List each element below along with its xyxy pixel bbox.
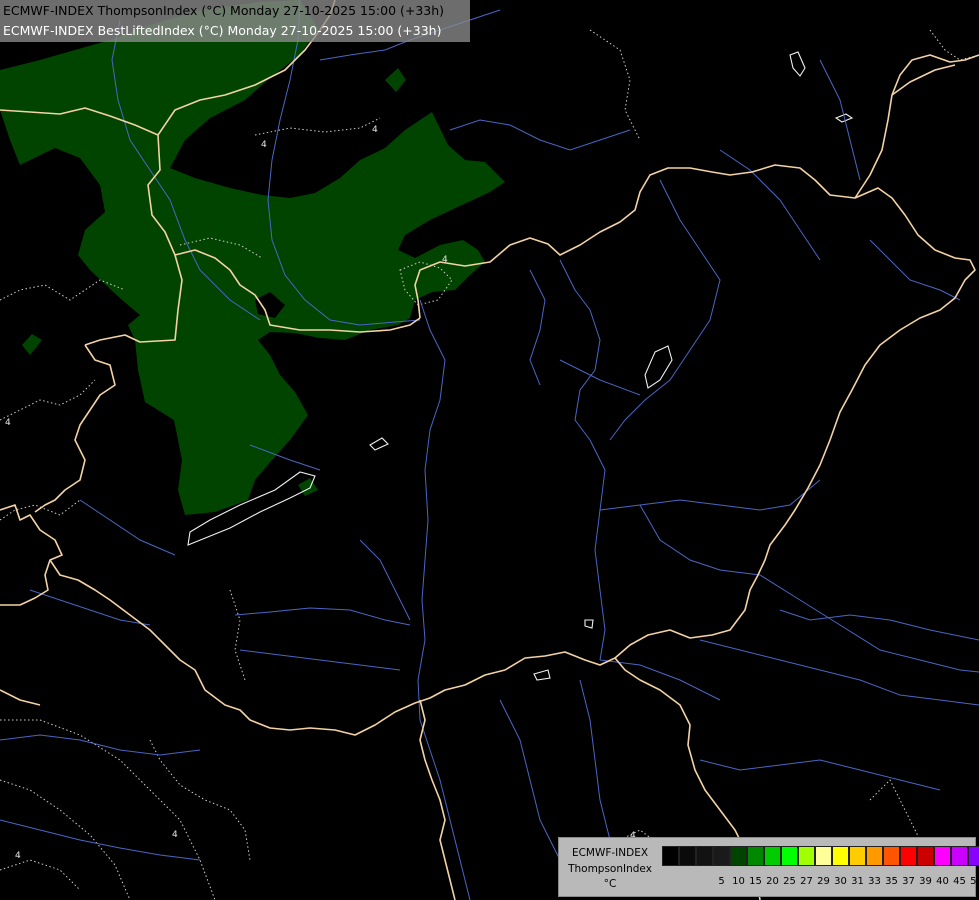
legend-swatch <box>815 846 832 866</box>
contour-label: 4 <box>372 125 378 135</box>
contour-label: 4 <box>442 255 448 265</box>
legend-swatch <box>662 846 679 866</box>
legend-swatch <box>713 846 730 866</box>
legend-tick-label: 27 <box>800 876 813 887</box>
legend-swatch <box>883 846 900 866</box>
legend-swatch <box>917 846 934 866</box>
legend-swatch <box>832 846 849 866</box>
title-thompson-index: ECMWF-INDEX ThompsonIndex (°C) Monday 27… <box>3 3 445 18</box>
legend-swatch <box>696 846 713 866</box>
legend-model-name: ECMWF-INDEX <box>571 847 649 859</box>
contour-label: 4 <box>172 830 178 840</box>
legend-tick-label: 50 <box>970 876 979 887</box>
legend-swatch <box>747 846 764 866</box>
legend-swatch <box>849 846 866 866</box>
contour-label: 4 <box>261 140 267 150</box>
legend-swatch <box>968 846 979 866</box>
legend-tick-label: 5 <box>718 876 725 887</box>
legend-swatch <box>798 846 815 866</box>
legend-tick-label: 45 <box>953 876 966 887</box>
legend-tick-label: 10 <box>732 876 745 887</box>
legend-tick-label: 25 <box>783 876 796 887</box>
legend-color-scale <box>662 846 979 866</box>
contour-label: 4 <box>5 418 11 428</box>
legend-tick-label: 33 <box>868 876 881 887</box>
legend-tick-label: 15 <box>749 876 762 887</box>
legend-tick-labels: 51015202527293031333537394045505560 <box>662 876 979 887</box>
legend-swatch <box>730 846 747 866</box>
legend-unit: °C <box>603 878 617 890</box>
legend-swatch <box>866 846 883 866</box>
weather-map: 4 4 4 4 4 4 4 <box>0 0 979 900</box>
legend-swatch <box>764 846 781 866</box>
legend-tick-label: 37 <box>902 876 915 887</box>
legend-swatch <box>934 846 951 866</box>
map-title-box: ECMWF-INDEX ThompsonIndex (°C) Monday 27… <box>0 0 470 42</box>
legend-tick-label: 39 <box>919 876 932 887</box>
contour-label: 4 <box>15 851 21 861</box>
legend-tick-label: 20 <box>766 876 779 887</box>
title-best-lifted-index: ECMWF-INDEX BestLiftedIndex (°C) Monday … <box>3 23 442 38</box>
legend-tick-label: 29 <box>817 876 830 887</box>
legend-index-name: ThompsonIndex <box>568 863 652 875</box>
legend-tick-label: 31 <box>851 876 864 887</box>
legend-swatch <box>781 846 798 866</box>
legend-tick-label: 40 <box>936 876 949 887</box>
legend-tick-label: 30 <box>834 876 847 887</box>
legend-swatch <box>951 846 968 866</box>
tick-spacer <box>662 876 713 887</box>
color-legend: ECMWF-INDEX ThompsonIndex °C 5 10 15 20 25 27… <box>558 837 979 897</box>
legend-swatch <box>900 846 917 866</box>
legend-tick-label: 35 <box>885 876 898 887</box>
legend-swatch <box>679 846 696 866</box>
